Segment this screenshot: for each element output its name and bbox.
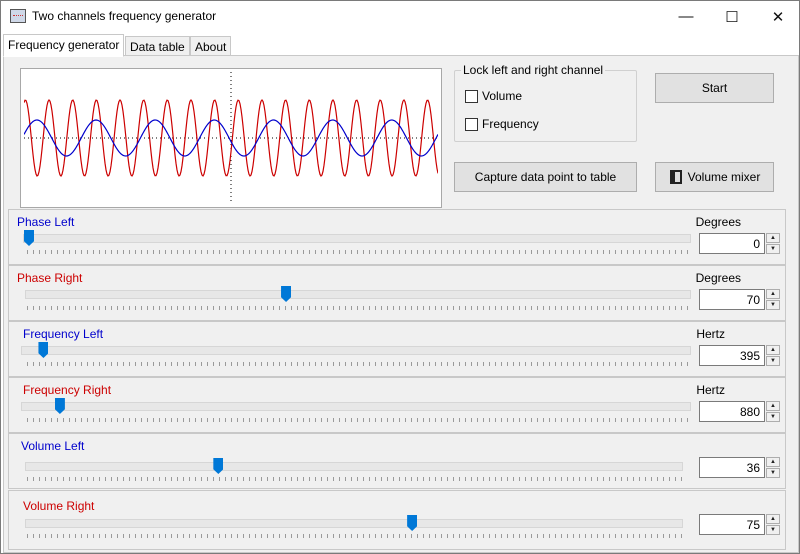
spin-down-icon[interactable]: ▼	[766, 356, 780, 366]
slider-ticks	[27, 306, 689, 310]
phase-right-input[interactable]: 70	[699, 289, 765, 310]
spin-up-icon[interactable]: ▲	[766, 289, 780, 299]
app-window: Two channels frequency generator — ☐ ✕ F…	[0, 0, 800, 554]
tab-frequency-generator[interactable]: Frequency generator	[3, 34, 125, 57]
tab-data-table[interactable]: Data table	[125, 36, 190, 56]
spin-up-icon[interactable]: ▲	[766, 457, 780, 467]
frequency-right-row: Frequency Right Hertz 880 ▲ ▼	[8, 377, 786, 433]
frequency-right-label: Frequency Right	[23, 383, 112, 397]
frequency-left-row: Frequency Left Hertz 395 ▲ ▼	[8, 321, 786, 377]
frequency-left-label: Frequency Left	[23, 327, 104, 341]
spin-up-icon[interactable]: ▲	[766, 401, 780, 411]
frequency-left-unit: Hertz	[696, 327, 725, 341]
lock-group-legend: Lock left and right channel	[461, 63, 606, 77]
volume-left-label: Volume Left	[21, 439, 85, 453]
lock-frequency-label: Frequency	[482, 117, 539, 131]
spin-down-icon[interactable]: ▼	[766, 468, 780, 478]
slider-ticks	[27, 362, 689, 366]
frequency-left-slider[interactable]	[21, 342, 691, 358]
lock-volume-checkbox[interactable]: Volume	[465, 89, 522, 103]
slider-ticks	[27, 418, 689, 422]
frequency-left-input[interactable]: 395	[699, 345, 765, 366]
volume-right-slider[interactable]	[25, 515, 683, 531]
title-bar: Two channels frequency generator — ☐ ✕	[1, 1, 799, 32]
frequency-right-slider[interactable]	[21, 398, 691, 414]
volume-left-row: Volume Left 36 ▲ ▼	[8, 433, 786, 489]
volume-left-input[interactable]: 36	[699, 457, 765, 478]
start-button[interactable]: Start	[655, 73, 774, 103]
slider-ticks	[27, 250, 689, 254]
slider-ticks	[27, 534, 683, 538]
lock-volume-label: Volume	[482, 89, 523, 103]
app-icon	[10, 9, 26, 23]
speaker-icon	[669, 170, 682, 184]
waveform-scope	[20, 68, 442, 208]
spin-down-icon[interactable]: ▼	[766, 412, 780, 422]
phase-left-slider[interactable]	[23, 230, 691, 246]
phase-left-label: Phase Left	[17, 215, 75, 229]
lock-frequency-checkbox[interactable]: Frequency	[465, 117, 539, 131]
volume-right-input[interactable]: 75	[699, 514, 765, 535]
phase-right-slider[interactable]	[25, 286, 691, 302]
volume-mixer-button[interactable]: Volume mixer	[655, 162, 774, 192]
minimize-button[interactable]: —	[663, 1, 709, 32]
maximize-button[interactable]: ☐	[709, 1, 755, 32]
phase-right-unit: Degrees	[695, 271, 741, 285]
spin-up-icon[interactable]: ▲	[766, 345, 780, 355]
close-button[interactable]: ✕	[755, 1, 800, 32]
spin-down-icon[interactable]: ▼	[766, 300, 780, 310]
tab-about[interactable]: About	[190, 36, 232, 56]
spin-down-icon[interactable]: ▼	[766, 525, 780, 535]
capture-button[interactable]: Capture data point to table	[454, 162, 637, 192]
slider-thumb[interactable]	[38, 342, 49, 358]
checkbox-box[interactable]	[465, 89, 478, 103]
slider-thumb[interactable]	[281, 286, 292, 302]
phase-left-row: Phase Left Degrees 0 ▲ ▼	[8, 209, 786, 265]
spin-up-icon[interactable]: ▲	[766, 233, 780, 243]
spin-up-icon[interactable]: ▲	[766, 514, 780, 524]
waveform-plot	[24, 72, 438, 204]
volume-mixer-label: Volume mixer	[687, 170, 761, 184]
slider-thumb[interactable]	[24, 230, 34, 246]
slider-thumb[interactable]	[213, 458, 224, 474]
phase-left-input[interactable]: 0	[699, 233, 765, 254]
volume-right-label: Volume Right	[23, 499, 95, 513]
checkbox-box[interactable]	[465, 117, 478, 131]
slider-thumb[interactable]	[54, 398, 65, 414]
slider-ticks	[27, 477, 683, 481]
volume-left-slider[interactable]	[25, 458, 683, 474]
spin-down-icon[interactable]: ▼	[766, 244, 780, 254]
frequency-generator-panel: Lock left and right channel Volume Frequ…	[3, 55, 799, 553]
phase-right-row: Phase Right Degrees 70 ▲ ▼	[8, 265, 786, 321]
volume-right-row: Volume Right 75 ▲ ▼	[8, 490, 786, 550]
slider-thumb[interactable]	[407, 515, 418, 531]
phase-left-unit: Degrees	[695, 215, 741, 229]
window-title: Two channels frequency generator	[32, 9, 217, 23]
phase-right-label: Phase Right	[17, 271, 83, 285]
lock-channel-group: Lock left and right channel Volume Frequ…	[454, 63, 637, 142]
frequency-right-input[interactable]: 880	[699, 401, 765, 422]
frequency-right-unit: Hertz	[696, 383, 725, 397]
